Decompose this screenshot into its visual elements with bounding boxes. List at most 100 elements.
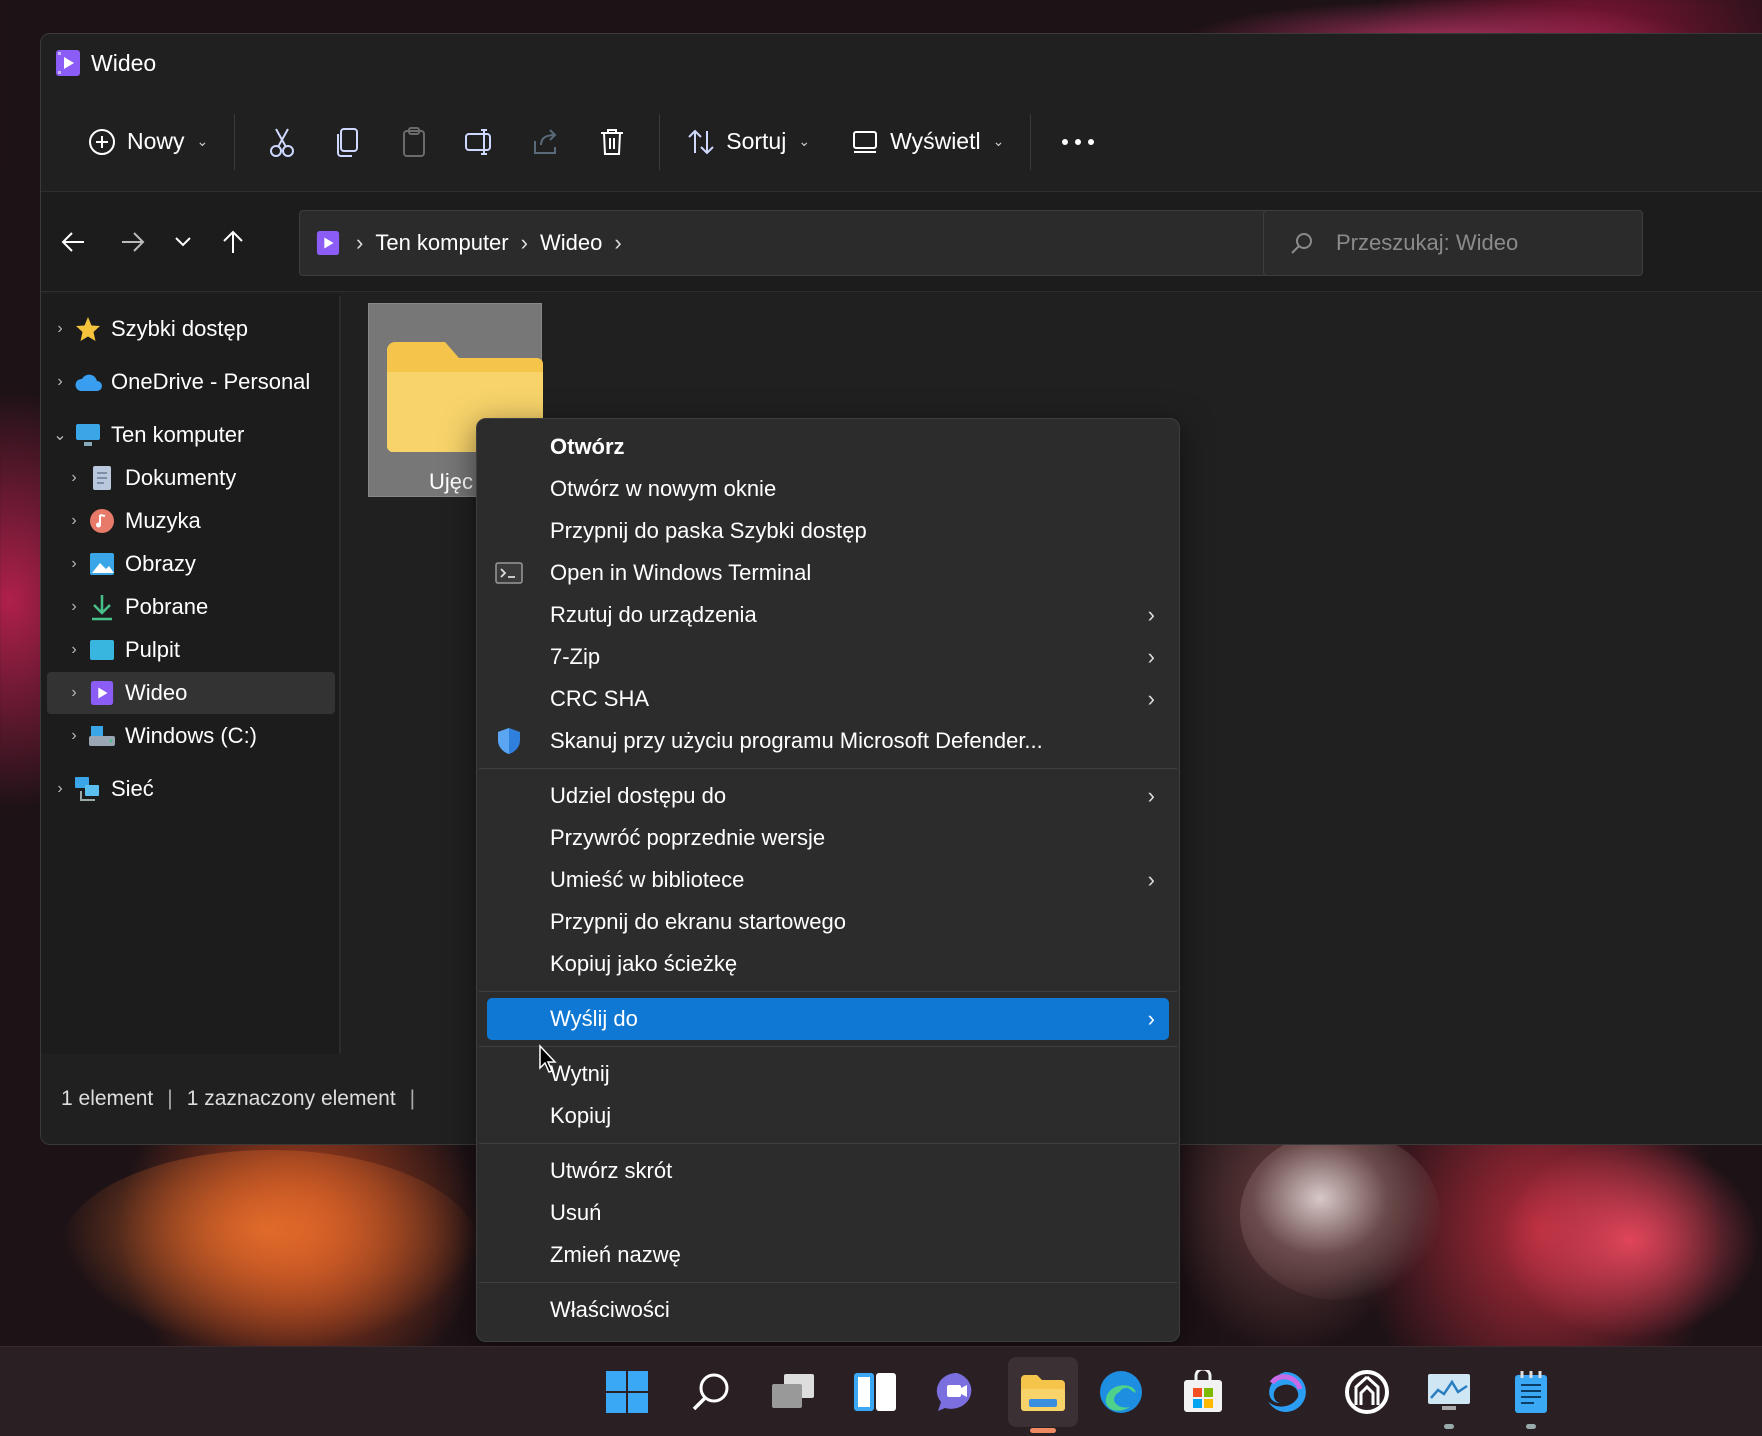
widgets-button[interactable] bbox=[844, 1361, 906, 1423]
edge-button[interactable] bbox=[1090, 1361, 1152, 1423]
chevron-right-icon[interactable]: › bbox=[61, 727, 87, 745]
menu-item-label: CRC SHA bbox=[550, 686, 650, 711]
up-button[interactable] bbox=[203, 212, 263, 272]
address-bar[interactable]: › Ten komputer › Wideo › bbox=[299, 210, 1433, 276]
desktop-icon bbox=[87, 635, 117, 665]
chat-icon bbox=[936, 1372, 972, 1411]
menu-item-label: Wyślij do bbox=[550, 1006, 638, 1031]
chevron-right-icon[interactable]: › bbox=[47, 373, 73, 391]
video-icon bbox=[87, 678, 117, 708]
chevron-right-icon[interactable]: › bbox=[61, 469, 87, 487]
sidebar-item-music[interactable]: › Muzyka bbox=[47, 500, 335, 542]
wallpaper-blob bbox=[1500, 1140, 1760, 1340]
chevron-right-icon[interactable]: › bbox=[47, 780, 73, 798]
start-button[interactable] bbox=[596, 1361, 658, 1423]
sort-button[interactable]: Sortuj ⌄ bbox=[674, 112, 822, 172]
menu-item-rename[interactable]: Zmień nazwę bbox=[487, 1234, 1169, 1276]
more-options-button[interactable] bbox=[1045, 112, 1111, 172]
menu-item-copy-path[interactable]: Kopiuj jako ścieżkę bbox=[487, 943, 1169, 985]
selected-count: 1 zaznaczony element bbox=[186, 1087, 396, 1110]
menu-item-copy[interactable]: Kopiuj bbox=[487, 1095, 1169, 1137]
pane-splitter[interactable] bbox=[339, 296, 341, 1076]
copy-button[interactable] bbox=[315, 112, 381, 172]
sidebar-item-label: Windows (C:) bbox=[125, 723, 258, 748]
sidebar-item-this-pc[interactable]: ⌄ Ten komputer bbox=[47, 414, 335, 456]
sidebar-item-label: Szybki dostęp bbox=[111, 316, 248, 341]
file-explorer-button[interactable] bbox=[1008, 1357, 1078, 1433]
paste-button[interactable] bbox=[381, 112, 447, 172]
document-icon bbox=[87, 463, 117, 493]
breadcrumb-ten-komputer[interactable]: Ten komputer bbox=[375, 230, 508, 256]
sidebar-item-network[interactable]: › Sieć bbox=[47, 768, 335, 810]
new-button[interactable]: Nowy ⌄ bbox=[75, 112, 220, 172]
back-button[interactable] bbox=[43, 212, 103, 272]
menu-item-crc-sha[interactable]: CRC SHA › bbox=[487, 678, 1169, 720]
menu-item-give-access[interactable]: Udziel dostępu do › bbox=[487, 775, 1169, 817]
forward-button[interactable] bbox=[103, 212, 163, 272]
menu-item-label: Wytnij bbox=[550, 1061, 610, 1086]
search-box[interactable]: Przeszukaj: Wideo bbox=[1263, 210, 1643, 276]
menu-separator bbox=[479, 1046, 1177, 1047]
chevron-right-icon[interactable]: › bbox=[61, 555, 87, 573]
command-bar: Nowy ⌄ Sortuj ⌄ Wyświetl ⌄ bbox=[41, 92, 1762, 192]
sidebar-item-windows-c[interactable]: › Windows (C:) bbox=[47, 715, 335, 757]
delete-button[interactable] bbox=[579, 112, 645, 172]
sidebar-item-label: Wideo bbox=[125, 680, 188, 705]
menu-item-cast[interactable]: Rzutuj do urządzenia › bbox=[487, 594, 1169, 636]
notepad-button[interactable] bbox=[1500, 1361, 1562, 1429]
breadcrumb-separator: › bbox=[614, 230, 622, 255]
view-button[interactable]: Wyświetl ⌄ bbox=[840, 112, 1016, 172]
arrow-left-icon bbox=[61, 231, 84, 252]
chevron-right-icon[interactable]: › bbox=[61, 598, 87, 616]
chevron-down-icon: ⌄ bbox=[196, 133, 209, 149]
menu-item-pin-quick-access[interactable]: Przypnij do paska Szybki dostęp bbox=[487, 510, 1169, 552]
chat-button[interactable] bbox=[926, 1361, 988, 1423]
app-button[interactable] bbox=[1336, 1361, 1398, 1423]
menu-item-label: Przypnij do ekranu startowego bbox=[550, 909, 846, 934]
sidebar-item-onedrive[interactable]: › OneDrive - Personal bbox=[47, 361, 335, 403]
taskbar-search-button[interactable] bbox=[680, 1361, 742, 1423]
menu-item-defender-scan[interactable]: Skanuj przy użyciu programu Microsoft De… bbox=[487, 720, 1169, 762]
menu-separator bbox=[479, 1282, 1177, 1283]
menu-item-open-new-window[interactable]: Otwórz w nowym oknie bbox=[487, 468, 1169, 510]
chevron-right-icon[interactable]: › bbox=[47, 320, 73, 338]
search-input[interactable]: Przeszukaj: Wideo bbox=[1336, 230, 1518, 256]
menu-item-open-terminal[interactable]: Open in Windows Terminal bbox=[487, 552, 1169, 594]
sidebar-item-desktop[interactable]: › Pulpit bbox=[47, 629, 335, 671]
menu-item-label: 7-Zip bbox=[550, 644, 601, 669]
chevron-down-icon[interactable]: ⌄ bbox=[47, 425, 73, 445]
menu-item-create-shortcut[interactable]: Utwórz skrót bbox=[487, 1150, 1169, 1192]
store-icon bbox=[1184, 1370, 1222, 1412]
menu-item-restore-versions[interactable]: Przywróć poprzednie wersje bbox=[487, 817, 1169, 859]
chevron-right-icon[interactable]: › bbox=[61, 684, 87, 702]
sidebar-item-documents[interactable]: › Dokumenty bbox=[47, 457, 335, 499]
menu-item-pin-start[interactable]: Przypnij do ekranu startowego bbox=[487, 901, 1169, 943]
recent-locations-button[interactable] bbox=[163, 212, 203, 272]
menu-item-delete[interactable]: Usuń bbox=[487, 1192, 1169, 1234]
store-button[interactable] bbox=[1172, 1361, 1234, 1423]
chevron-right-icon[interactable]: › bbox=[61, 512, 87, 530]
menu-item-include-library[interactable]: Umieść w bibliotece › bbox=[487, 859, 1169, 901]
sidebar-item-videos[interactable]: › Wideo bbox=[47, 672, 335, 714]
menu-item-open[interactable]: Otwórz bbox=[487, 426, 1169, 468]
menu-item-cut[interactable]: Wytnij bbox=[487, 1053, 1169, 1095]
sidebar-item-downloads[interactable]: › Pobrane bbox=[47, 586, 335, 628]
task-view-button[interactable] bbox=[762, 1361, 824, 1423]
performance-monitor-button[interactable] bbox=[1418, 1361, 1480, 1429]
chevron-right-icon[interactable]: › bbox=[61, 641, 87, 659]
title-bar: Wideo bbox=[41, 34, 1762, 92]
share-button[interactable] bbox=[513, 112, 579, 172]
rename-icon bbox=[465, 128, 492, 155]
menu-item-7zip[interactable]: 7-Zip › bbox=[487, 636, 1169, 678]
menu-item-label: Open in Windows Terminal bbox=[550, 560, 812, 585]
edge-dev-button[interactable] bbox=[1254, 1361, 1316, 1423]
sidebar-item-pictures[interactable]: › Obrazy bbox=[47, 543, 335, 585]
cut-button[interactable] bbox=[249, 112, 315, 172]
breadcrumb-wideo[interactable]: Wideo bbox=[540, 230, 602, 256]
menu-item-send-to[interactable]: Wyślij do › bbox=[487, 998, 1169, 1040]
menu-item-properties[interactable]: Właściwości bbox=[487, 1289, 1169, 1331]
chevron-down-icon: ⌄ bbox=[798, 133, 811, 149]
sidebar-item-quick-access[interactable]: › Szybki dostęp bbox=[47, 308, 335, 350]
edge-icon bbox=[1100, 1371, 1142, 1413]
rename-button[interactable] bbox=[447, 112, 513, 172]
